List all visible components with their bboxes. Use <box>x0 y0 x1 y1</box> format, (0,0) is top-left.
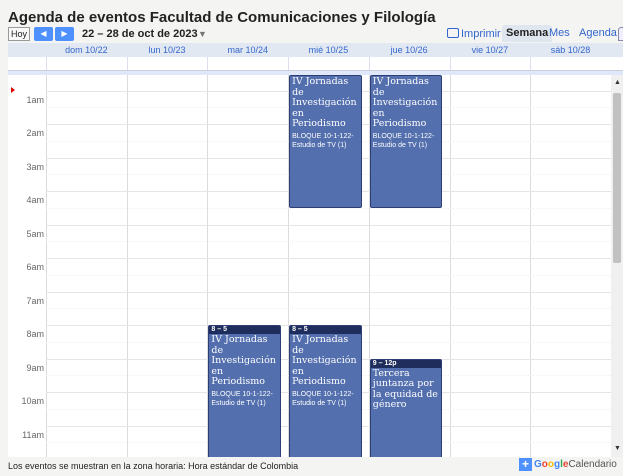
calendar-week-view: dom 10/22 lun 10/23 mar 10/24 mié 10/25 jue … <box>8 43 623 457</box>
all-day-divider <box>530 57 532 70</box>
day-header-0[interactable]: dom 10/22 <box>46 43 127 57</box>
event-time: 8 – 5 <box>290 326 361 334</box>
scroll-up-icon[interactable]: ▲ <box>614 79 621 86</box>
event-title: IV Jornadas de Investigación en Periodis… <box>292 334 357 387</box>
timezone-note: Los eventos se muestran en la zona horar… <box>8 461 299 471</box>
day-header-1[interactable]: lun 10/23 <box>127 43 208 57</box>
event-block[interactable]: 8 – 5 IV Jornadas de Investigación en Per… <box>289 325 362 457</box>
day-header-6[interactable]: sáb 10/28 <box>530 43 611 57</box>
day-header-4[interactable]: jue 10/26 <box>369 43 450 57</box>
half-hour-line <box>46 308 611 310</box>
event-block[interactable]: 8 – 5 IV Jornadas de Investigación en Per… <box>208 325 282 457</box>
hour-label: 3am <box>26 161 44 172</box>
hour-label: 6am <box>26 262 44 272</box>
toolbar: Hoy ◀ ▶ 22 – 28 de oct de 2023 ▼ Imprimi… <box>8 25 623 42</box>
add-icon[interactable]: + <box>519 458 532 471</box>
day-column-divider <box>46 75 47 457</box>
scrollbar[interactable]: ▲ ▼ <box>611 75 623 457</box>
hour-label: 4am <box>26 195 44 205</box>
hour-line <box>46 291 611 293</box>
hour-line <box>46 224 611 226</box>
page-title: Agenda de eventos Facultad de Comunicaci… <box>8 9 436 26</box>
hour-label: 11am <box>22 429 44 440</box>
date-range-label: 22 – 28 de oct de 2023 <box>82 28 198 40</box>
day-header-3[interactable]: mié 10/25 <box>288 43 369 57</box>
print-label: Imprimir <box>461 28 501 40</box>
day-header-row: dom 10/22 lun 10/23 mar 10/24 mié 10/25 jue … <box>8 43 623 57</box>
day-header-2[interactable]: mar 10/24 <box>207 43 288 57</box>
event-location: BLOQUE 10-1-122-Estudio de TV (1) <box>292 132 354 149</box>
print-link[interactable]: Imprimir <box>447 27 501 41</box>
event-location: BLOQUE 10-1-122-Estudio de TV (1) <box>211 390 273 407</box>
google-logo: Google <box>534 459 569 470</box>
scroll-thumb[interactable] <box>613 93 621 263</box>
day-column-divider <box>449 75 451 457</box>
day-header-5[interactable]: vie 10/27 <box>450 43 531 57</box>
half-hour-line <box>46 241 611 243</box>
event-title: IV Jornadas de Investigación en Periodis… <box>211 334 276 387</box>
today-button[interactable]: Hoy <box>8 27 31 41</box>
scroll-down-icon[interactable]: ▼ <box>614 445 621 452</box>
all-day-divider <box>46 57 47 70</box>
event-time: 9 – 12p <box>370 359 442 368</box>
half-hour-line <box>46 274 611 276</box>
event-title: IV Jornadas de Investigación en Periodis… <box>372 76 438 129</box>
view-menu-icon[interactable] <box>618 27 623 41</box>
next-icon[interactable]: ▶ <box>55 27 74 41</box>
calendar-label: Calendario <box>568 459 617 470</box>
all-day-row[interactable] <box>8 57 623 71</box>
tab-month[interactable]: Mes <box>545 25 574 42</box>
hour-label: 2am <box>26 128 44 138</box>
hour-label: 9am <box>26 362 44 373</box>
event-block[interactable]: IV Jornadas de Investigación en Periodis… <box>289 75 362 208</box>
all-day-divider <box>449 57 451 70</box>
hour-label: 5am <box>26 228 44 239</box>
event-location: BLOQUE 10-1-122-Estudio de TV (1) <box>372 132 435 149</box>
day-column-divider <box>126 75 128 457</box>
google-calendar-badge[interactable]: + GoogleCalendario <box>519 458 617 473</box>
event-block[interactable]: IV Jornadas de Investigación en Periodis… <box>369 75 443 208</box>
caret-down-icon[interactable]: ▼ <box>198 27 207 42</box>
hour-label: 8am <box>26 329 44 339</box>
hour-label: 1am <box>26 94 44 105</box>
half-hour-line <box>46 207 611 209</box>
event-time: 8 – 5 <box>209 326 281 334</box>
event-location: BLOQUE 10-1-122-Estudio de TV (1) <box>292 390 354 407</box>
hour-label: 10am <box>21 396 44 406</box>
printer-icon <box>447 28 459 38</box>
event-title: Tercera juntanza por la equidad de géner… <box>372 367 438 410</box>
all-day-divider <box>288 57 290 70</box>
all-day-divider <box>126 57 128 70</box>
hour-line <box>46 258 611 259</box>
current-time-marker <box>11 87 15 93</box>
event-block[interactable]: 9 – 12p Tercera juntanza por la equidad d… <box>369 358 443 457</box>
all-day-divider <box>368 57 370 70</box>
day-column-divider <box>530 75 532 457</box>
time-grid[interactable]: 1am 2am 3am 4am 5am 6am 7am 8am 9am 10am 11am IV Jo… <box>8 75 611 457</box>
all-day-divider <box>207 57 209 70</box>
previous-icon[interactable]: ◀ <box>34 27 53 41</box>
tab-agenda[interactable]: Agenda <box>575 25 621 42</box>
hour-label: 7am <box>26 295 44 306</box>
event-title: IV Jornadas de Investigación en Periodis… <box>292 76 357 129</box>
